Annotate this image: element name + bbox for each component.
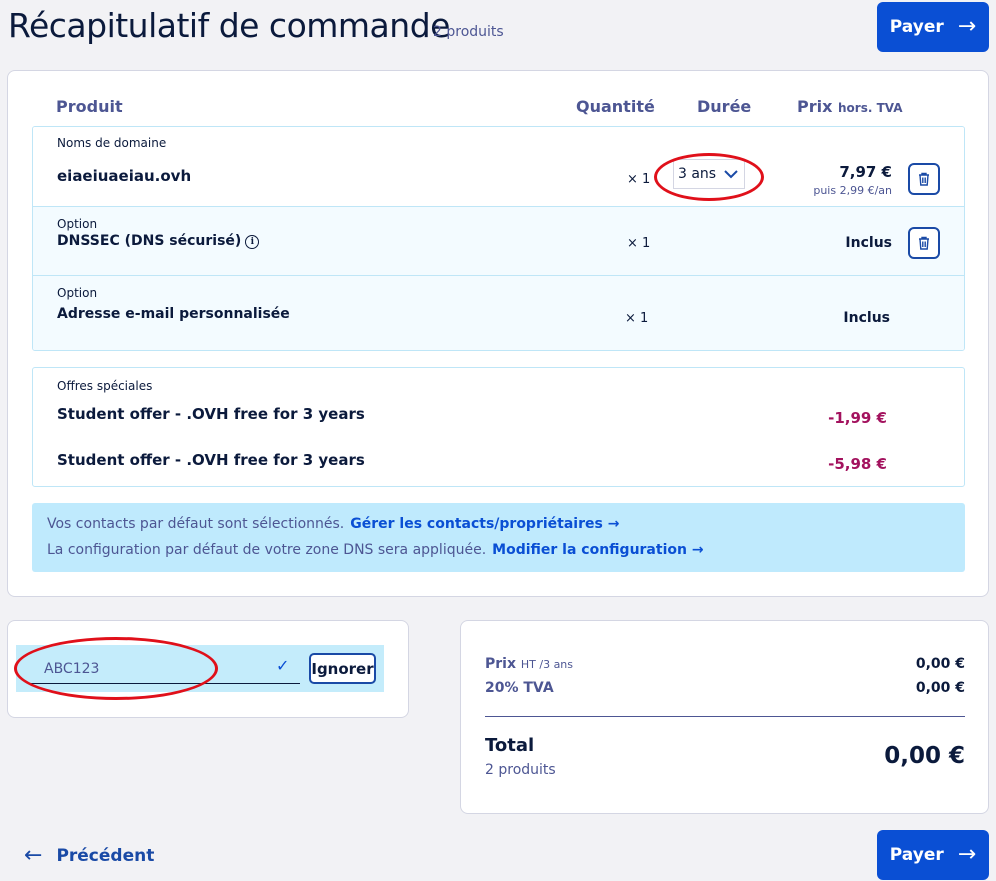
special-offers: Offres spéciales Student offer - .OVH fr…: [32, 367, 965, 487]
product-row-dnssec: Option DNSSEC (DNS sécurisé) i × 1 Inclus: [33, 207, 964, 276]
pay-button-bottom[interactable]: Payer →: [877, 830, 989, 880]
offers-title: Offres spéciales: [57, 379, 153, 393]
arrow-right-icon: →: [957, 842, 977, 867]
info-icon[interactable]: i: [245, 235, 260, 249]
pay-button-top[interactable]: Payer →: [877, 2, 989, 52]
item-quantity: × 1: [625, 311, 649, 326]
col-header-price-label: Prix: [797, 97, 833, 116]
item-price: Inclus: [843, 310, 890, 326]
price-suffix: HT /3 ans: [520, 658, 574, 671]
previous-button[interactable]: ← Précédent: [24, 843, 154, 868]
col-header-quantity: Quantité: [576, 97, 655, 116]
delete-domain-button[interactable]: [908, 163, 940, 195]
link-label: Gérer les contacts/propriétaires: [350, 516, 603, 532]
item-quantity: × 1: [627, 236, 651, 251]
offer-name: Student offer - .OVH free for 3 years: [57, 451, 365, 469]
trash-icon: [919, 236, 929, 250]
notice-line-contacts: Vos contacts par défaut sont sélectionné…: [47, 516, 619, 532]
link-label: Modifier la configuration: [492, 542, 687, 558]
item-category: Noms de domaine: [57, 136, 167, 150]
arrow-right-icon: →: [957, 14, 977, 39]
check-icon: ✓: [276, 656, 290, 675]
item-price: Inclus: [845, 235, 892, 251]
col-header-price-suffix: hors. TVA: [838, 101, 903, 115]
item-name: Adresse e-mail personnalisée: [57, 306, 290, 322]
col-header-price: Prix hors. TVA: [797, 97, 903, 116]
item-name-wrap: DNSSEC (DNS sécurisé) i: [57, 233, 260, 249]
pay-label: Payer: [889, 845, 944, 865]
price-label: Prix: [485, 656, 516, 672]
offer-price: -1,99 €: [828, 409, 887, 427]
trash-icon: [919, 172, 929, 186]
total-label: Total: [485, 735, 535, 756]
arrow-right-icon: →: [607, 516, 620, 532]
products-list: Noms de domaine eiaeiuaeiau.ovh × 1 3 an…: [32, 126, 965, 351]
notice-text: La configuration par défaut de votre zon…: [47, 542, 487, 558]
product-row-email: Option Adresse e-mail personnalisée × 1 …: [33, 276, 964, 350]
manage-contacts-link[interactable]: Gérer les contacts/propriétaires →: [350, 516, 619, 532]
annotation-oval-promo: [14, 637, 218, 700]
item-quantity: × 1: [627, 172, 651, 187]
item-name: eiaeiuaeiau.ovh: [57, 167, 192, 185]
product-row-domain: Noms de domaine eiaeiuaeiau.ovh × 1 3 an…: [33, 127, 964, 207]
price-summary-card: [460, 620, 989, 814]
summary-divider: [485, 716, 965, 717]
annotation-oval-duration: [654, 153, 764, 201]
page-title: Récapitulatif de commande: [8, 6, 450, 45]
modify-configuration-link[interactable]: Modifier la configuration →: [492, 542, 703, 558]
pay-label: Payer: [889, 17, 944, 37]
item-name: DNSSEC (DNS sécurisé): [57, 233, 242, 249]
item-subprice: puis 2,99 €/an: [813, 184, 892, 197]
summary-tax-label: 20% TVA: [485, 680, 554, 696]
offer-price: -5,98 €: [828, 455, 887, 473]
offer-name: Student offer - .OVH free for 3 years: [57, 405, 365, 423]
ignore-button[interactable]: Ignorer: [309, 653, 376, 684]
info-notice: Vos contacts par défaut sont sélectionné…: [32, 503, 965, 572]
notice-line-dns: La configuration par défaut de votre zon…: [47, 542, 704, 558]
previous-label: Précédent: [56, 845, 155, 866]
summary-price-label: Prix HT /3 ans: [485, 656, 573, 672]
item-price: 7,97 €: [839, 163, 892, 181]
product-count: 2 produits: [433, 24, 504, 40]
item-category: Option: [57, 286, 98, 300]
delete-dnssec-button[interactable]: [908, 227, 940, 259]
item-category: Option: [57, 217, 98, 231]
col-header-duration: Durée: [697, 97, 752, 116]
total-product-count: 2 produits: [485, 762, 556, 778]
arrow-left-icon: ←: [24, 843, 43, 868]
col-header-product: Produit: [56, 97, 123, 116]
summary-tax-value: 0,00 €: [915, 680, 965, 696]
notice-text: Vos contacts par défaut sont sélectionné…: [47, 516, 345, 532]
total-value: 0,00 €: [884, 743, 965, 769]
summary-price-value: 0,00 €: [915, 656, 965, 672]
arrow-right-icon: →: [691, 542, 704, 558]
